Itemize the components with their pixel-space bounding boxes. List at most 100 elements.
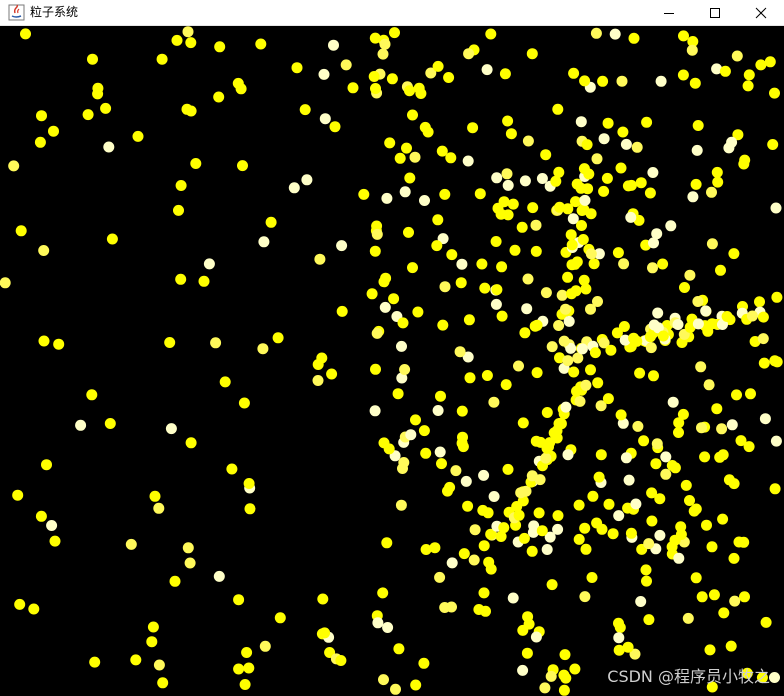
particle [552, 523, 564, 535]
particle [560, 303, 571, 315]
particle [640, 564, 652, 576]
particle [288, 182, 300, 194]
particle [175, 180, 187, 191]
particle [370, 83, 381, 94]
particle [14, 598, 26, 610]
particle [648, 370, 659, 382]
particle [507, 592, 519, 604]
particle [581, 139, 593, 151]
particle [106, 233, 118, 245]
particle [502, 179, 514, 191]
particle [518, 532, 530, 544]
particle [369, 32, 381, 44]
particle [312, 359, 324, 370]
particle [182, 542, 194, 554]
particle [711, 403, 723, 415]
particle [679, 282, 690, 293]
particle [301, 174, 313, 186]
particle [533, 507, 545, 519]
particle [556, 289, 568, 301]
particle [692, 318, 704, 330]
particle-canvas[interactable]: CSDN @程序员小牧之 [0, 26, 784, 696]
particle [622, 641, 634, 653]
particle [562, 449, 574, 461]
particle [690, 572, 702, 584]
particle [648, 319, 660, 331]
particle [335, 655, 347, 666]
particle [598, 133, 610, 145]
particle [481, 64, 493, 76]
close-icon [755, 7, 767, 19]
particle [371, 327, 383, 339]
particle [491, 172, 503, 184]
particle [718, 607, 730, 619]
particle [764, 56, 776, 68]
particle [463, 48, 475, 60]
particle [615, 162, 627, 174]
particle [558, 335, 570, 347]
particle [526, 48, 538, 60]
particle [559, 649, 571, 661]
particle [20, 28, 31, 40]
maximize-button[interactable] [692, 0, 738, 26]
particle [521, 303, 533, 315]
particle [404, 85, 415, 97]
particle [644, 331, 656, 343]
particle [590, 27, 602, 39]
minimize-button[interactable] [646, 0, 692, 26]
particle [82, 109, 94, 121]
particle [255, 38, 267, 50]
particle [579, 194, 591, 206]
particle [156, 53, 168, 65]
particle [464, 372, 476, 384]
particle [502, 115, 514, 127]
particle [628, 32, 640, 44]
particle [616, 75, 628, 87]
particle [531, 319, 543, 331]
particle [213, 91, 225, 103]
particle [429, 542, 441, 554]
particle [570, 285, 582, 297]
particle [691, 144, 703, 156]
particle [666, 460, 678, 471]
particle [521, 647, 533, 659]
particle [149, 490, 161, 502]
particle [444, 481, 456, 493]
particle [543, 441, 554, 453]
particle [742, 80, 754, 92]
particle [393, 643, 405, 655]
particle [602, 393, 614, 405]
particle [591, 153, 603, 165]
particle [435, 390, 446, 402]
particle [540, 452, 552, 464]
particle [667, 396, 679, 408]
particle [446, 249, 458, 261]
particle [34, 136, 46, 148]
particle [617, 126, 629, 138]
particle [657, 330, 669, 342]
particle [574, 395, 586, 407]
particle [165, 423, 177, 435]
window-title: 粒子系统 [30, 5, 79, 19]
particle [669, 534, 681, 546]
particle [546, 341, 558, 353]
particle [86, 389, 98, 401]
particle [210, 337, 222, 349]
particle [647, 167, 659, 178]
particle [399, 186, 411, 198]
particle [38, 245, 50, 256]
particle [366, 288, 378, 300]
close-button[interactable] [738, 0, 784, 26]
particle [469, 524, 481, 536]
particle [717, 449, 729, 461]
particle [541, 407, 553, 418]
particle [588, 258, 600, 270]
particle [38, 335, 50, 347]
particle [517, 664, 529, 676]
particle [386, 73, 398, 85]
particle [530, 631, 542, 643]
particle [575, 116, 587, 128]
particle [369, 405, 381, 417]
particle [641, 575, 652, 587]
particle [531, 367, 543, 379]
